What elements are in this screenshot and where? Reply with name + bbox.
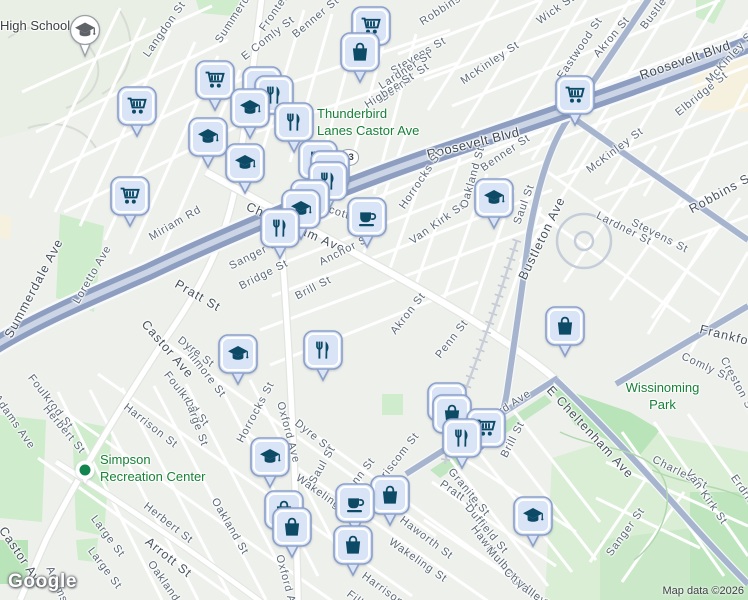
- map-pin-fork[interactable]: [257, 205, 303, 263]
- map-pin-dot[interactable]: [73, 458, 97, 488]
- map-canvas[interactable]: Langdon StSummerdale AveSummerdale AveFr…: [0, 0, 748, 600]
- map-pin-bag[interactable]: [542, 303, 588, 361]
- map-pin-fork[interactable]: [439, 415, 485, 473]
- map-pin-school[interactable]: [65, 12, 105, 62]
- map-pin-grad[interactable]: [247, 434, 293, 492]
- map-pin-bag[interactable]: [269, 504, 315, 562]
- google-logo[interactable]: Google: [8, 571, 77, 593]
- poi-label-thunderbird-lanes[interactable]: Thunderbird Lanes Castor Ave: [317, 106, 419, 140]
- map-pin-bag[interactable]: [330, 522, 376, 580]
- map-pin-grad[interactable]: [227, 85, 273, 143]
- map-pin-grad[interactable]: [471, 175, 517, 233]
- map-pin-grad[interactable]: [510, 493, 556, 551]
- map-pin-bag[interactable]: [337, 29, 383, 87]
- poi-label-simpson-recreation-center[interactable]: Simpson Recreation Center: [100, 452, 206, 486]
- map-attribution: Map data ©2026: [662, 585, 745, 597]
- map-pin-cart[interactable]: [552, 72, 598, 130]
- poi-label-wissinoming-park[interactable]: Wissinoming Park: [600, 380, 725, 414]
- map-pin-fork[interactable]: [300, 327, 346, 385]
- poi-label-high-school[interactable]: High School: [0, 18, 70, 35]
- map-pin-grad[interactable]: [222, 140, 268, 198]
- map-pin-cart[interactable]: [114, 83, 160, 141]
- map-pin-grad[interactable]: [215, 331, 261, 389]
- map-pin-coffee[interactable]: [344, 194, 390, 252]
- map-pin-cart[interactable]: [107, 173, 153, 231]
